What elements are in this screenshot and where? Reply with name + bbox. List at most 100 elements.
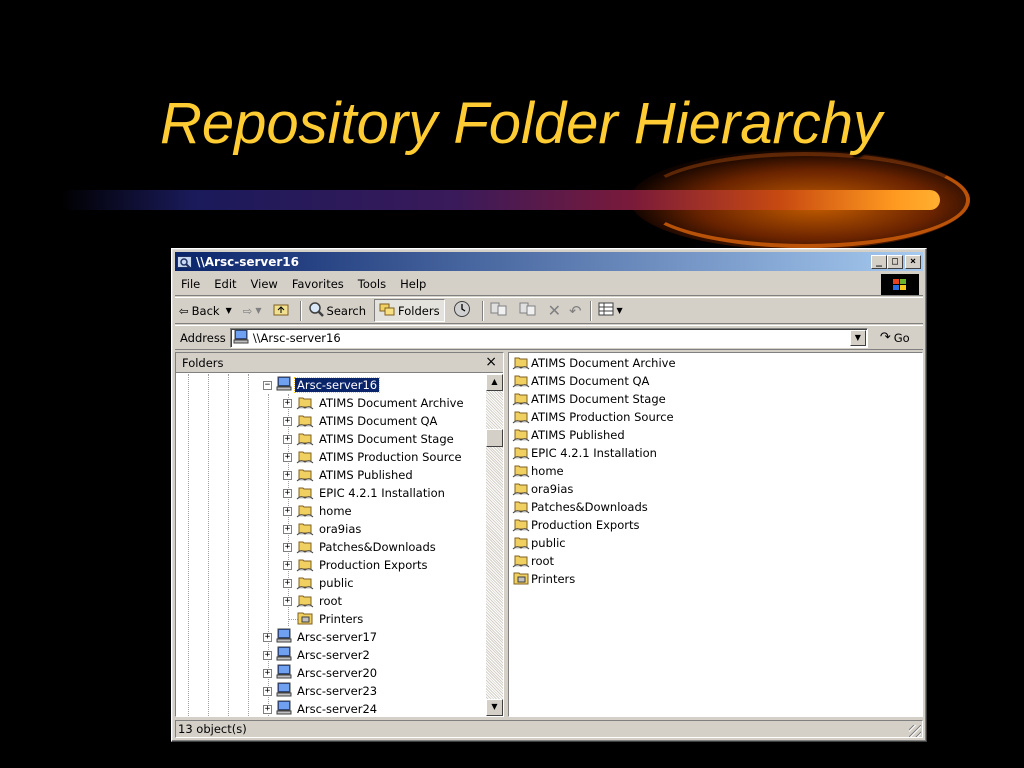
shared-folder-icon (296, 466, 314, 485)
expand-toggle[interactable]: + (283, 434, 292, 444)
tree-node-arsc-server2[interactable]: + Arsc-server2 (263, 646, 372, 664)
expand-toggle[interactable]: + (283, 452, 292, 462)
tree-node-arsc-server23[interactable]: + Arsc-server23 (263, 682, 379, 700)
tree-node-printers[interactable]: Printers (296, 610, 365, 628)
tree-node-arsc-server20[interactable]: + Arsc-server20 (263, 664, 379, 682)
scroll-thumb[interactable] (486, 429, 503, 447)
minimize-button[interactable]: _ (871, 254, 887, 269)
list-item[interactable]: ATIMS Document Stage (512, 390, 666, 408)
list-item[interactable]: Production Exports (512, 516, 639, 534)
tree-node-atims-published[interactable]: + ATIMS Published (283, 466, 415, 484)
menu-file[interactable]: File (181, 277, 200, 291)
expand-toggle[interactable]: + (283, 542, 292, 552)
list-item[interactable]: root (512, 552, 554, 570)
forward-button[interactable]: ⇨ ▼ (243, 304, 265, 318)
expand-toggle[interactable]: + (283, 596, 292, 606)
forward-arrow-icon: ⇨ (242, 303, 253, 318)
tree-node-atims-document-qa[interactable]: + ATIMS Document QA (283, 412, 439, 430)
menu-help[interactable]: Help (400, 277, 426, 291)
close-button[interactable]: × (905, 254, 921, 269)
tree-node-epic-installation[interactable]: + EPIC 4.2.1 Installation (283, 484, 447, 502)
menu-favorites[interactable]: Favorites (292, 277, 344, 291)
history-button[interactable] (453, 300, 474, 321)
list-item[interactable]: Patches&Downloads (512, 498, 648, 516)
expand-toggle[interactable]: + (283, 560, 292, 570)
expand-toggle[interactable]: + (283, 578, 292, 588)
tree-node-arsc-server17[interactable]: + Arsc-server17 (263, 628, 379, 646)
list-item[interactable]: ora9ias (512, 480, 573, 498)
list-item[interactable]: public (512, 534, 566, 552)
tree-node-arsc-server16[interactable]: − Arsc-server16 (263, 376, 381, 394)
tree-node-label: ora9ias (319, 522, 362, 536)
list-item[interactable]: ATIMS Document QA (512, 372, 649, 390)
copy-to-button[interactable] (519, 302, 540, 319)
printers-folder-icon (296, 610, 314, 629)
expand-toggle[interactable]: + (283, 506, 292, 516)
expand-toggle[interactable]: + (263, 686, 272, 696)
menu-view[interactable]: View (251, 277, 278, 291)
list-item[interactable]: ATIMS Document Archive (512, 354, 676, 372)
folders-button[interactable]: Folders (374, 299, 445, 322)
list-item[interactable]: Printers (512, 570, 575, 588)
expand-toggle[interactable]: + (263, 668, 272, 678)
menu-tools[interactable]: Tools (358, 277, 386, 291)
back-dropdown-icon[interactable]: ▼ (226, 306, 232, 315)
tree-node-label: Patches&Downloads (319, 540, 436, 554)
tree-node-atims-production-source[interactable]: + ATIMS Production Source (283, 448, 464, 466)
address-input[interactable]: \\Arsc-server16 ▼ (229, 327, 868, 348)
resize-grip-icon[interactable] (909, 725, 921, 737)
tree-node-label: Arsc-server17 (297, 630, 378, 644)
expand-toggle[interactable]: + (283, 524, 292, 534)
expand-toggle[interactable]: + (283, 416, 292, 426)
list-item-label: ATIMS Document QA (531, 374, 650, 388)
shared-folder-icon (296, 574, 314, 593)
tree-node-patches-downloads[interactable]: + Patches&Downloads (283, 538, 438, 556)
back-button[interactable]: ⇦ Back ▼ (179, 304, 235, 318)
shared-folder-icon (296, 412, 314, 431)
scroll-up-button[interactable]: ▲ (486, 374, 503, 391)
shared-folder-icon (296, 556, 314, 575)
undo-button[interactable]: ↶ (569, 302, 582, 320)
menu-edit[interactable]: Edit (214, 277, 236, 291)
shared-folder-icon (512, 354, 530, 373)
shared-folder-icon (296, 394, 314, 413)
collapse-toggle[interactable]: − (263, 380, 272, 390)
network-computer-icon (276, 682, 292, 700)
expand-toggle[interactable]: + (263, 650, 272, 660)
shared-folder-icon (512, 480, 530, 499)
title-bar[interactable]: \\Arsc-server16 _ □ × (175, 252, 923, 271)
up-folder-button[interactable] (273, 302, 292, 319)
tree-node-label: ATIMS Document QA (319, 414, 438, 428)
expand-toggle[interactable]: + (283, 398, 292, 408)
scroll-down-button[interactable]: ▼ (486, 699, 503, 716)
tree-node-root[interactable]: + root (283, 592, 344, 610)
go-button[interactable]: ↷ Go (880, 330, 910, 345)
expand-toggle[interactable]: + (283, 470, 292, 480)
shared-folder-icon (296, 484, 314, 503)
forward-dropdown-icon[interactable]: ▼ (255, 306, 261, 315)
move-to-button[interactable] (490, 302, 511, 319)
printers-folder-icon (512, 570, 530, 589)
delete-button[interactable]: ✕ (548, 301, 561, 320)
list-item[interactable]: home (512, 462, 564, 480)
tree-node-atims-document-stage[interactable]: + ATIMS Document Stage (283, 430, 456, 448)
tree-node-production-exports[interactable]: + Production Exports (283, 556, 429, 574)
address-dropdown-button[interactable]: ▼ (849, 329, 866, 346)
tree-node-atims-document-archive[interactable]: + ATIMS Document Archive (283, 394, 466, 412)
list-item[interactable]: ATIMS Production Source (512, 408, 674, 426)
tree-node-arsc-server24[interactable]: + Arsc-server24 (263, 700, 379, 716)
folders-scrollbar[interactable]: ▲ ▼ (486, 374, 503, 716)
views-button[interactable]: ▼ (598, 302, 623, 319)
expand-toggle[interactable]: + (283, 488, 292, 498)
list-item[interactable]: ATIMS Published (512, 426, 625, 444)
tree-node-ora9ias[interactable]: + ora9ias (283, 520, 363, 538)
tree-node-home[interactable]: + home (283, 502, 354, 520)
maximize-button[interactable]: □ (887, 254, 903, 269)
tree-node-public[interactable]: + public (283, 574, 356, 592)
expand-toggle[interactable]: + (263, 704, 272, 714)
expand-toggle[interactable]: + (263, 632, 272, 642)
folders-pane-close-button[interactable]: × (485, 354, 497, 370)
tree-guide-line (188, 374, 189, 716)
search-button[interactable]: Search (308, 301, 366, 320)
list-item[interactable]: EPIC 4.2.1 Installation (512, 444, 657, 462)
